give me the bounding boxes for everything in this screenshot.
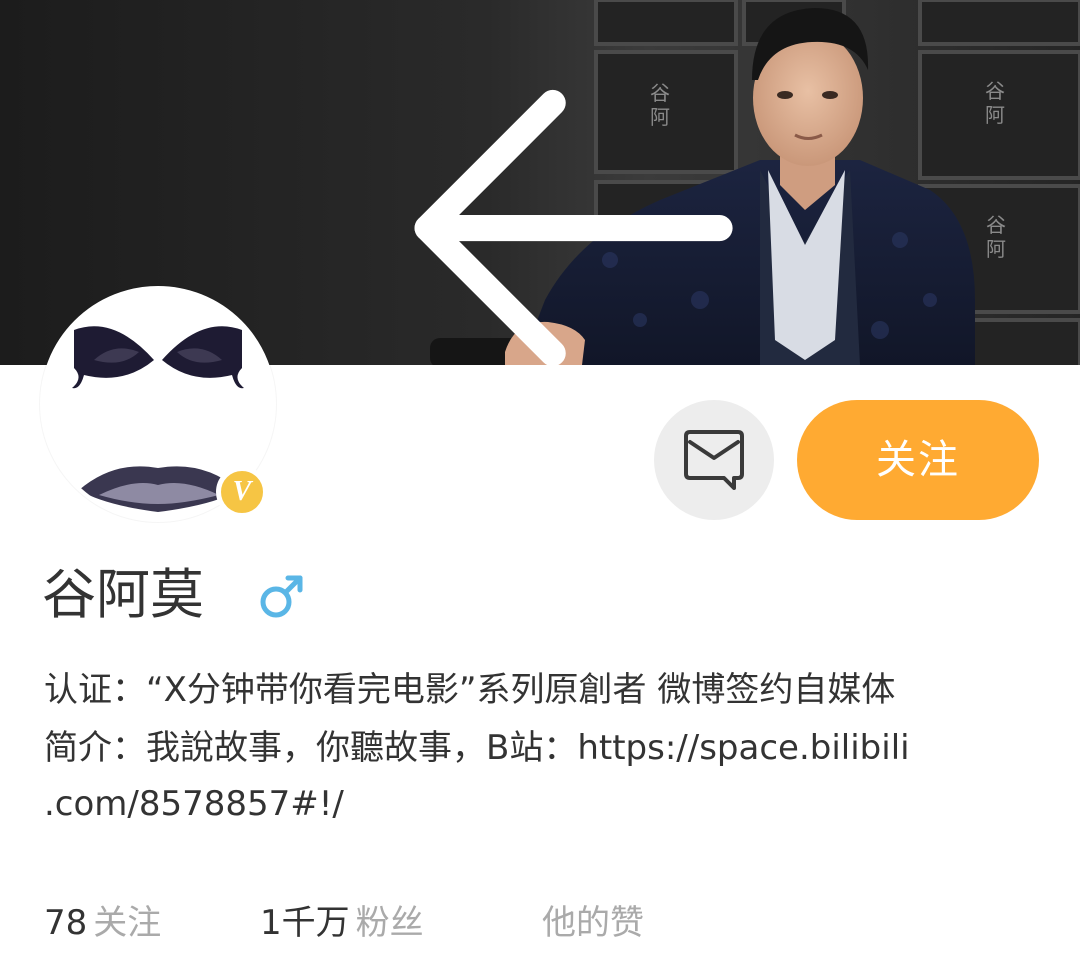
back-button[interactable] bbox=[44, 56, 733, 365]
follow-button[interactable]: 关注 bbox=[797, 400, 1039, 520]
verification-info: 认证：“X分钟带你看完电影”系列原創者 微博签约自媒体 bbox=[44, 670, 896, 710]
following-count: 78 bbox=[44, 903, 88, 943]
fans-label: 粉丝 bbox=[355, 903, 424, 943]
following-stat[interactable]: 78 关注 bbox=[44, 896, 161, 950]
search-button[interactable] bbox=[828, 58, 908, 128]
profile-stats: 78 关注 1千万 粉丝 他的赞 bbox=[44, 896, 1044, 950]
fans-count: 1千万 bbox=[260, 903, 350, 943]
message-button[interactable] bbox=[654, 400, 774, 520]
bio-line-2: .com/8578857#!/ bbox=[44, 784, 344, 824]
verified-badge: V bbox=[216, 466, 268, 518]
message-icon bbox=[684, 430, 744, 490]
profile-name: 谷阿莫 bbox=[42, 563, 204, 626]
profile-page: 谷 阿 谷 阿 谷 阿 V 关注 谷阿莫 认证：“X分钟带你看完电影”系列原創者… bbox=[0, 0, 1080, 967]
likes-stat[interactable]: 他的赞 bbox=[542, 896, 644, 950]
fans-stat[interactable]: 1千万 粉丝 bbox=[260, 896, 424, 950]
following-label: 关注 bbox=[93, 903, 162, 943]
more-button[interactable] bbox=[985, 58, 1031, 128]
likes-label: 他的赞 bbox=[542, 903, 644, 943]
bio-line-1: 简介：我說故事，你聽故事，B站：https://space.bilibili bbox=[44, 728, 910, 768]
male-icon bbox=[260, 575, 303, 618]
more-vertical-icon bbox=[985, 58, 1080, 365]
